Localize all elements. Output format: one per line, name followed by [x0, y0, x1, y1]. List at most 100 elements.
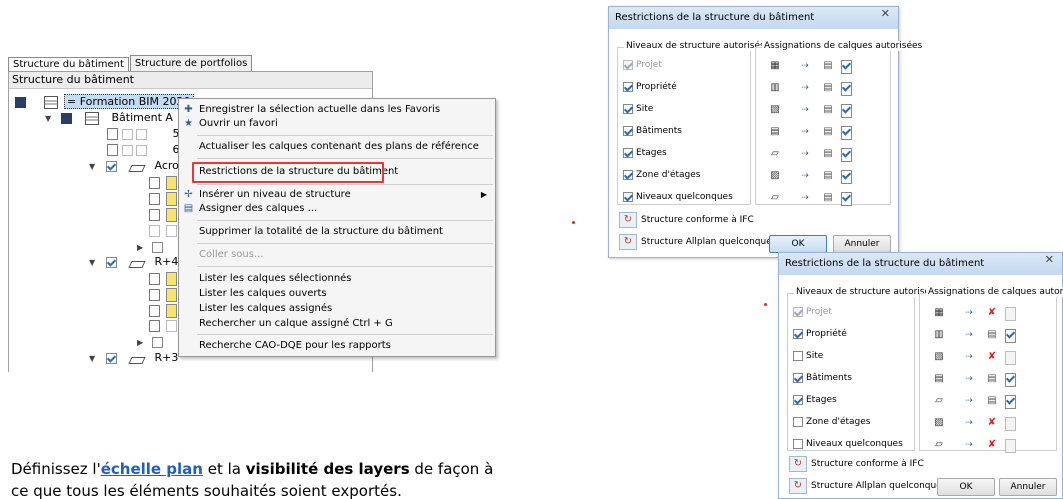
level-row-project[interactable]: Projet — [623, 58, 662, 72]
assign-checkbox[interactable] — [841, 192, 852, 206]
collapse-arrow-icon[interactable]: ▼ — [45, 111, 54, 127]
close-icon[interactable]: ✕ — [881, 7, 890, 20]
level-checkbox[interactable] — [793, 328, 803, 339]
level-checkbox[interactable] — [793, 372, 803, 383]
assign-checkbox[interactable] — [1005, 439, 1016, 453]
tree-node-layer[interactable] — [149, 271, 177, 287]
cancel-button[interactable]: Annuler — [999, 478, 1057, 496]
ok-button[interactable]: OK — [769, 235, 827, 253]
level-checkbox[interactable] — [623, 169, 633, 180]
floor-checkbox[interactable] — [105, 352, 117, 364]
node-checkbox[interactable] — [151, 241, 163, 253]
level-row-buildings[interactable]: Bâtiments — [793, 371, 852, 385]
ok-button[interactable]: OK — [937, 478, 995, 496]
menu-item-save-favorite[interactable]: ✚ Enregistrer la sélection actuelle dans… — [179, 102, 495, 117]
expand-arrow-icon[interactable]: ▶ — [137, 335, 146, 351]
menu-item-list-open[interactable]: Lister les calques ouverts — [179, 286, 495, 301]
menu-item-refresh-layers[interactable]: Actualiser les calques contenant des pla… — [179, 139, 495, 154]
tree-node-collapsed[interactable]: ▶ — [137, 334, 163, 350]
menu-item-delete-structure[interactable]: Supprimer la totalité de la structure du… — [179, 224, 495, 239]
menu-item-list-selected[interactable]: Lister les calques sélectionnés — [179, 271, 495, 286]
level-row-project[interactable]: Projet — [793, 305, 832, 319]
tree-node-root[interactable]: = Formation BIM 2020 — [15, 94, 194, 110]
tab-portfolio-structure[interactable]: Structure de portfolios — [129, 55, 253, 71]
tree-node-building[interactable]: ▼ Bâtiment A — [45, 110, 173, 126]
root-checkbox[interactable] — [15, 96, 26, 108]
level-row-any[interactable]: Niveaux quelconques — [793, 437, 903, 451]
assign-checkbox[interactable] — [1005, 351, 1016, 365]
level-checkbox[interactable] — [793, 394, 803, 405]
menu-item-assign-layers[interactable]: ▤ Assigner des calques ... — [179, 201, 495, 216]
tree-node-layer[interactable] — [149, 207, 177, 223]
assign-checkbox[interactable] — [841, 170, 852, 184]
level-checkbox[interactable] — [793, 350, 803, 361]
level-row-any[interactable]: Niveaux quelconques — [623, 190, 733, 204]
assign-checkbox[interactable] — [1005, 417, 1016, 431]
ifc-structure-button[interactable]: ↻ Structure conforme à IFC — [789, 455, 924, 473]
collapse-arrow-icon[interactable]: ▼ — [89, 159, 98, 175]
level-row-floors[interactable]: Etages — [623, 146, 667, 160]
close-icon[interactable]: ✕ — [1045, 253, 1054, 266]
tree-node-6[interactable]: 6 — [107, 142, 180, 158]
assign-checkbox[interactable] — [1005, 307, 1016, 321]
layer-checkbox[interactable] — [136, 128, 147, 140]
level-checkbox[interactable] — [793, 438, 803, 449]
tree-node-layer[interactable] — [149, 318, 177, 334]
menu-item-insert-level[interactable]: ✢ Insérer un niveau de structure ▶ — [179, 187, 495, 202]
tree-node-collapsed[interactable]: ▶ — [137, 239, 163, 255]
tree-node-layer[interactable] — [149, 223, 177, 239]
cancel-button[interactable]: Annuler — [833, 235, 891, 253]
collapse-arrow-icon[interactable]: ▼ — [89, 255, 98, 271]
level-checkbox[interactable] — [793, 416, 803, 427]
menu-item-paste-under[interactable]: Coller sous... — [179, 247, 495, 262]
menu-item-find-assigned[interactable]: Rechercher un calque assigné Ctrl + G — [179, 316, 495, 331]
menu-item-cad-search[interactable]: Recherche CAO-DQE pour les rapports — [179, 338, 495, 353]
level-checkbox[interactable] — [623, 191, 633, 202]
tree-node-layer[interactable] — [149, 303, 177, 319]
layer-checkbox[interactable] — [121, 144, 133, 156]
allplan-structure-button[interactable]: ↻ Structure Allplan quelconque — [619, 233, 772, 251]
level-checkbox[interactable] — [793, 306, 803, 317]
level-checkbox[interactable] — [623, 81, 633, 92]
level-checkbox[interactable] — [623, 147, 633, 158]
ifc-structure-button[interactable]: ↻ Structure conforme à IFC — [619, 211, 754, 229]
tree-node-layer[interactable] — [149, 287, 177, 303]
collapse-arrow-icon[interactable]: ▼ — [89, 351, 98, 367]
assign-checkbox[interactable] — [841, 126, 852, 140]
assign-checkbox[interactable] — [1005, 329, 1016, 343]
level-row-buildings[interactable]: Bâtiments — [623, 124, 682, 138]
layer-checkbox[interactable] — [136, 144, 147, 156]
tree-node-acro[interactable]: ▼ Acro — [89, 158, 179, 174]
floor-checkbox[interactable] — [105, 256, 117, 268]
assign-checkbox[interactable] — [841, 104, 852, 118]
tree-node-r4[interactable]: ▼ R+4 — [89, 254, 178, 270]
assign-checkbox[interactable] — [841, 82, 852, 96]
layer-checkbox[interactable] — [121, 128, 133, 140]
level-row-property[interactable]: Propriété — [793, 327, 847, 341]
assign-checkbox[interactable] — [1005, 395, 1016, 409]
level-row-floor-zone[interactable]: Zone d'étages — [793, 415, 870, 429]
level-checkbox[interactable] — [623, 125, 633, 136]
level-row-floor-zone[interactable]: Zone d'étages — [623, 168, 700, 182]
allplan-structure-button[interactable]: ↻ Structure Allplan quelconque — [789, 477, 942, 495]
tree-node-layer[interactable] — [149, 175, 177, 191]
floor-checkbox[interactable] — [105, 160, 117, 172]
level-row-site[interactable]: Site — [793, 349, 823, 363]
level-checkbox[interactable] — [623, 103, 633, 114]
plan-scale-link[interactable]: échelle plan — [101, 460, 203, 478]
level-row-property[interactable]: Propriété — [623, 80, 677, 94]
assign-checkbox[interactable] — [841, 60, 852, 74]
assign-checkbox[interactable] — [841, 148, 852, 162]
tree-node-5[interactable]: 5 — [107, 126, 180, 142]
node-checkbox[interactable] — [151, 336, 163, 348]
tree-node-r3[interactable]: ▼ R+3 — [89, 350, 178, 366]
level-row-floors[interactable]: Etages — [793, 393, 837, 407]
assign-checkbox[interactable] — [1005, 373, 1016, 387]
tab-building-structure[interactable]: Structure du bâtiment — [8, 57, 129, 71]
menu-item-list-assigned[interactable]: Lister les calques assignés — [179, 301, 495, 316]
level-checkbox[interactable] — [623, 59, 633, 70]
tree-node-layer[interactable] — [149, 191, 177, 207]
menu-item-open-favorite[interactable]: ★ Ouvrir un favori — [179, 116, 495, 131]
level-row-site[interactable]: Site — [623, 102, 653, 116]
building-checkbox[interactable] — [60, 112, 72, 124]
